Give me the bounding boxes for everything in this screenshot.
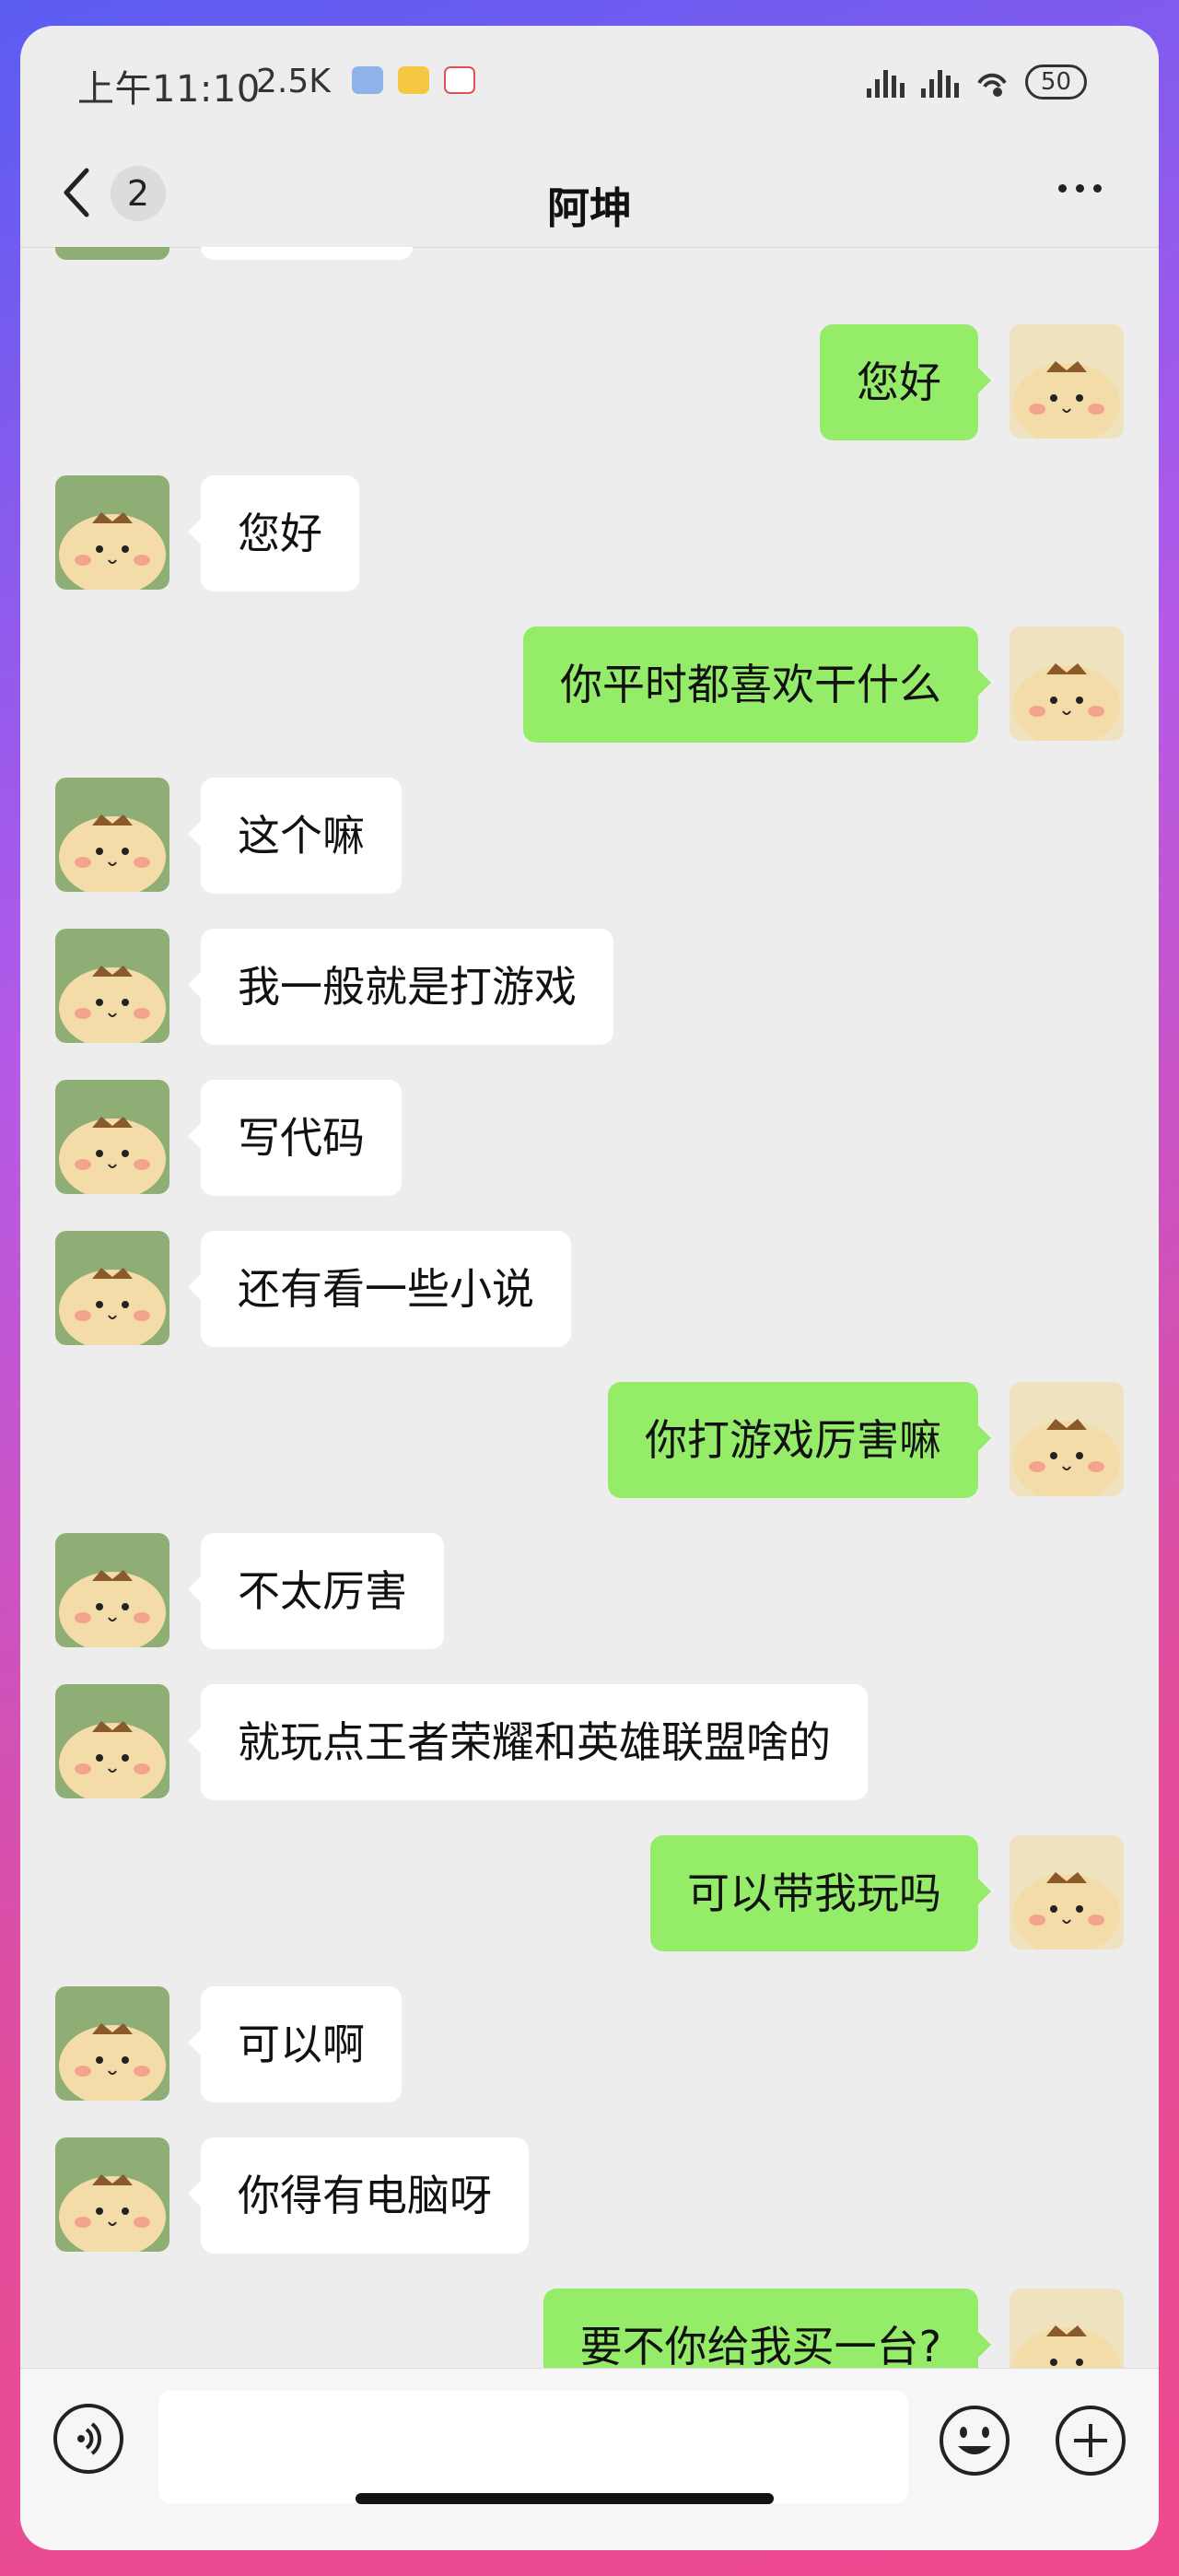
incoming-message-bubble[interactable]: 我一般就是打游戏 (188, 929, 613, 1045)
incoming-message-bubble[interactable]: 还有看一些小说 (188, 1231, 571, 1347)
voice-button[interactable] (53, 2404, 123, 2474)
avatar[interactable] (55, 247, 169, 260)
contact-avatar[interactable] (55, 1533, 169, 1647)
status-time: 上午11:10 (77, 68, 261, 111)
message-list[interactable]: 您好 您好 你平时都喜欢干什么 这个嘛 我一般就是打游戏 写代码 还有看一些小说… (20, 247, 1159, 2368)
outgoing-message-bubble[interactable]: 你平时都喜欢干什么 (523, 626, 991, 743)
status-net-speed: 2.5K (256, 63, 331, 100)
message-row: 你得有电脑呀 (20, 2137, 1159, 2254)
incoming-message-bubble[interactable]: 就玩点王者荣耀和英雄联盟啥的 (188, 1684, 868, 1800)
contact-avatar[interactable] (55, 778, 169, 892)
more-icon (1058, 184, 1067, 193)
home-indicator[interactable] (356, 2493, 774, 2504)
more-button[interactable] (1058, 184, 1102, 193)
message-row: 您好 (20, 324, 1159, 440)
chat-title: 阿坤 (547, 183, 632, 233)
message-row: 不太厉害 (20, 1533, 1159, 1649)
incoming-message-bubble[interactable]: 写代码 (188, 1080, 402, 1196)
app-notification-icon (352, 66, 383, 94)
status-right-group: 50 (866, 64, 1087, 100)
outgoing-message-bubble[interactable]: 要不你给我买一台? (543, 2289, 992, 2368)
outgoing-message-bubble[interactable]: 可以带我玩吗 (650, 1835, 991, 1951)
plus-icon[interactable] (1054, 2404, 1127, 2477)
incoming-message-bubble[interactable]: 可以啊 (188, 1986, 402, 2102)
my-avatar[interactable] (1010, 324, 1124, 439)
phone-screen: 上午11:10 2.5K 50 2 阿坤 您好 您好 你平时都喜欢干什么 这个嘛… (20, 26, 1159, 2550)
contact-avatar[interactable] (55, 2137, 169, 2252)
message-row: 可以啊 (20, 1986, 1159, 2102)
contact-avatar[interactable] (55, 475, 169, 590)
my-avatar[interactable] (1010, 1382, 1124, 1496)
my-avatar[interactable] (1010, 1835, 1124, 1950)
contact-avatar[interactable] (55, 929, 169, 1043)
voice-icon (77, 2422, 101, 2455)
message-row: 我一般就是打游戏 (20, 929, 1159, 1045)
contact-avatar[interactable] (55, 1986, 169, 2101)
incoming-message-bubble[interactable]: 不太厉害 (188, 1533, 444, 1649)
message-row: 还有看一些小说 (20, 1231, 1159, 1347)
incoming-message-bubble[interactable]: 你得有电脑呀 (188, 2137, 529, 2254)
incoming-message-bubble[interactable]: 您好 (188, 475, 359, 591)
message-bubble-cut (201, 247, 413, 260)
signal-icon-2 (920, 66, 959, 98)
mail-notification-icon (398, 66, 429, 94)
incoming-message-bubble[interactable]: 这个嘛 (188, 778, 402, 894)
calendar-notification-icon (444, 66, 475, 94)
my-avatar[interactable] (1010, 2289, 1124, 2368)
chat-header: 2 阿坤 (20, 136, 1159, 248)
message-row: 您好 (20, 475, 1159, 591)
wifi-icon (977, 73, 1007, 97)
contact-avatar[interactable] (55, 1231, 169, 1345)
battery-indicator: 50 (1024, 64, 1087, 100)
contact-avatar[interactable] (55, 1684, 169, 1798)
contact-avatar[interactable] (55, 1080, 169, 1194)
emoji-icon[interactable] (938, 2404, 1011, 2477)
message-row: 就玩点王者荣耀和英雄联盟啥的 (20, 1684, 1159, 1800)
my-avatar[interactable] (1010, 626, 1124, 741)
message-row: 你平时都喜欢干什么 (20, 626, 1159, 743)
message-row: 这个嘛 (20, 778, 1159, 894)
message-row: 要不你给我买一台? (20, 2289, 1159, 2368)
outgoing-message-bubble[interactable]: 你打游戏厉害嘛 (608, 1382, 991, 1498)
message-row: 你打游戏厉害嘛 (20, 1382, 1159, 1498)
message-input[interactable] (158, 2391, 908, 2503)
status-bar: 上午11:10 2.5K 50 (20, 26, 1159, 136)
signal-icon (866, 66, 905, 98)
input-bar (20, 2368, 1159, 2550)
message-row: 写代码 (20, 1080, 1159, 1196)
message-row: 可以带我玩吗 (20, 1835, 1159, 1951)
outgoing-message-bubble[interactable]: 您好 (820, 324, 991, 440)
